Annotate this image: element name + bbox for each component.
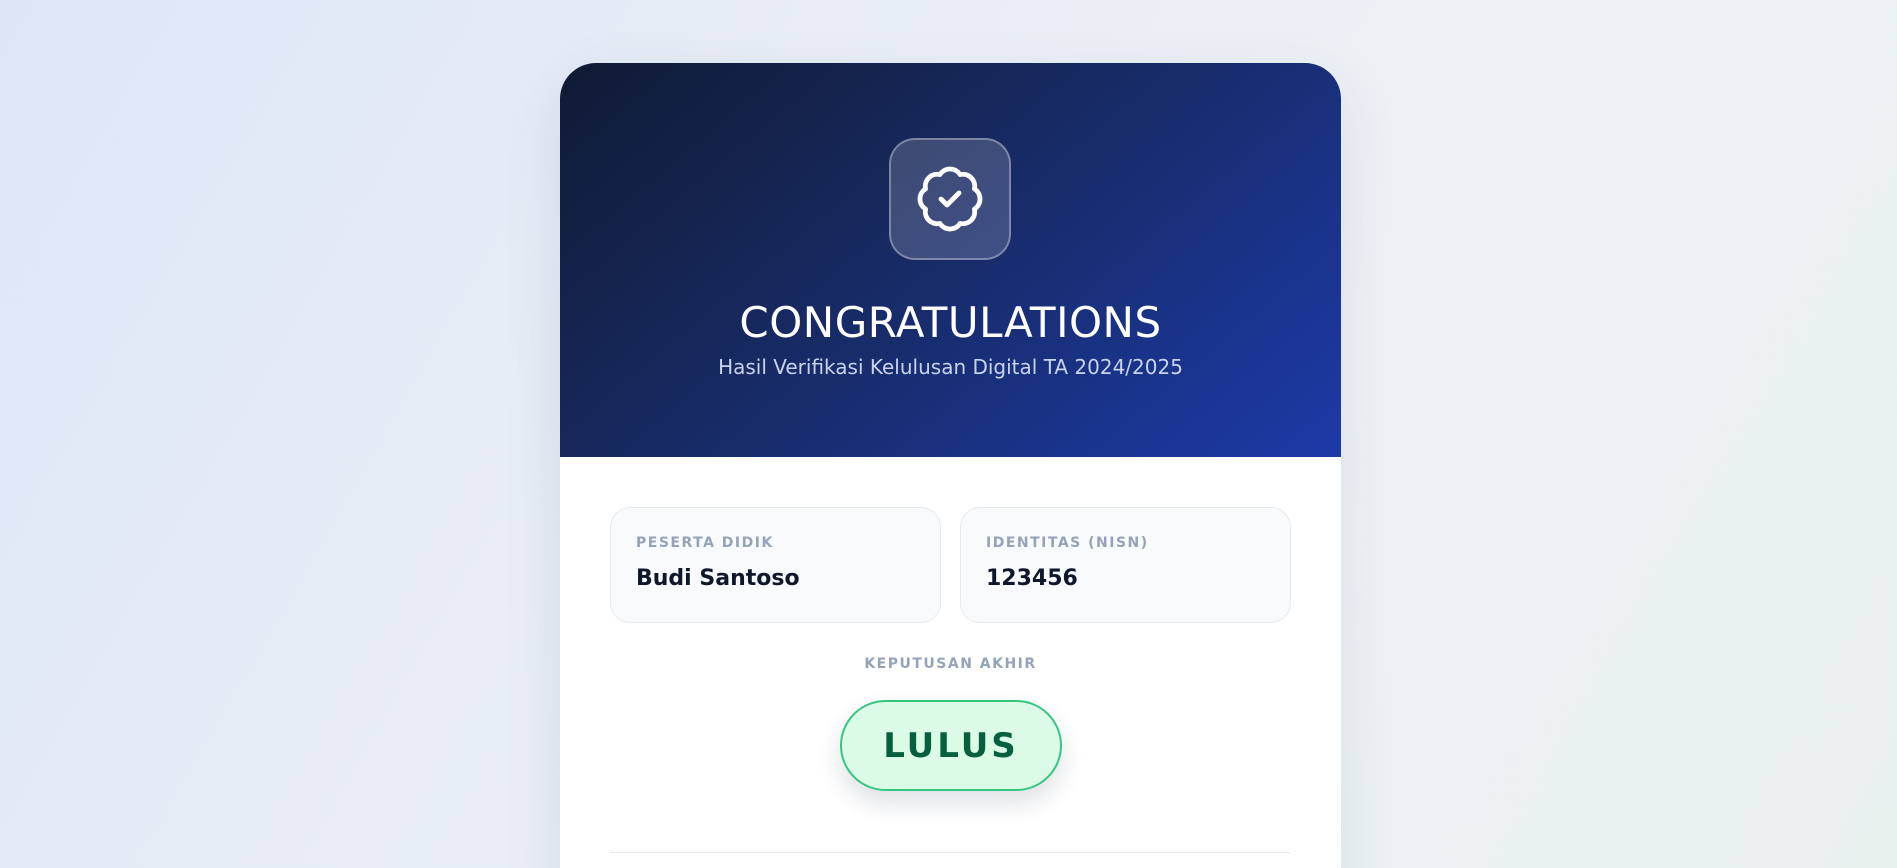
section-divider [610, 852, 1291, 853]
student-id-label: IDENTITAS (NISN) [986, 535, 1149, 551]
student-id-value: 123456 [986, 566, 1078, 591]
hero-header: CONGRATULATIONS Hasil Verifikasi Kelulus… [560, 63, 1341, 457]
badge-container [889, 138, 1011, 260]
page-title: CONGRATULATIONS [739, 298, 1162, 347]
page-subtitle: Hasil Verifikasi Kelulusan Digital TA 20… [718, 355, 1183, 379]
student-name-value: Budi Santoso [636, 566, 800, 591]
student-id-card: IDENTITAS (NISN) 123456 [960, 507, 1291, 623]
student-name-label: PESERTA DIDIK [636, 535, 774, 551]
decision-label: KEPUTUSAN AKHIR [864, 656, 1037, 672]
student-name-card: PESERTA DIDIK Budi Santoso [610, 507, 941, 623]
result-card: CONGRATULATIONS Hasil Verifikasi Kelulus… [560, 63, 1341, 868]
verified-badge-icon [917, 166, 983, 232]
status-badge: LULUS [840, 700, 1062, 791]
